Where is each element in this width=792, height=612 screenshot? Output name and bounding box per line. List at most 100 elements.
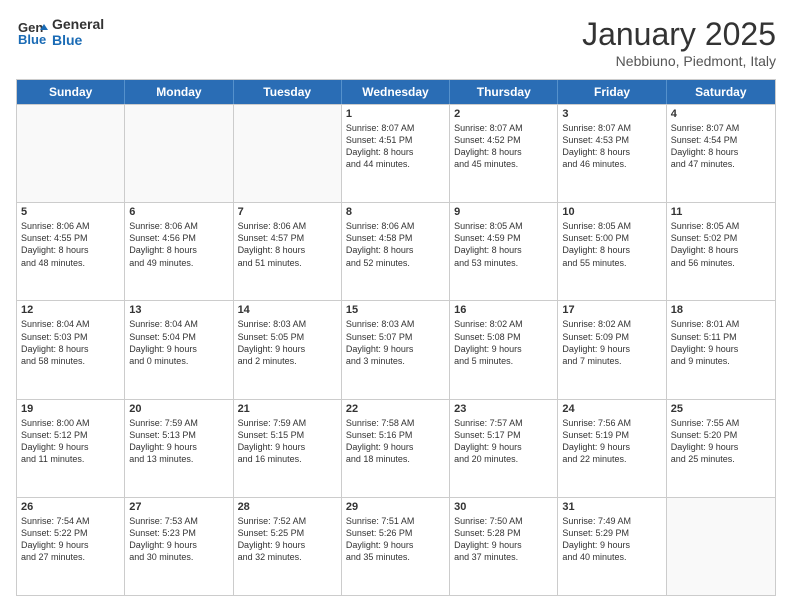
cell-info: Sunrise: 8:07 AM Sunset: 4:53 PM Dayligh… <box>562 122 661 171</box>
calendar-cell: 29 Sunrise: 7:51 AM Sunset: 5:26 PM Dayli… <box>342 498 450 595</box>
calendar-cell: 15Sunrise: 8:03 AM Sunset: 5:07 PM Dayli… <box>342 301 450 398</box>
calendar-row: 5 Sunrise: 8:06 AM Sunset: 4:55 PM Daylig… <box>17 202 775 300</box>
cell-info: Sunrise: 8:04 AM Sunset: 5:03 PM Dayligh… <box>21 318 120 367</box>
calendar-cell: 26 Sunrise: 7:54 AM Sunset: 5:22 PM Dayli… <box>17 498 125 595</box>
day-number: 21 <box>238 403 337 415</box>
calendar-header: SundayMondayTuesdayWednesdayThursdayFrid… <box>17 80 775 104</box>
day-number: 8 <box>346 206 445 218</box>
day-number: 2 <box>454 108 553 120</box>
calendar-cell: 6 Sunrise: 8:06 AM Sunset: 4:56 PM Daylig… <box>125 203 233 300</box>
cell-info: Sunrise: 8:06 AM Sunset: 4:55 PM Dayligh… <box>21 220 120 269</box>
cell-info: Sunrise: 7:54 AM Sunset: 5:22 PM Dayligh… <box>21 515 120 564</box>
calendar-cell: 21 Sunrise: 7:59 AM Sunset: 5:15 PM Dayli… <box>234 400 342 497</box>
day-number: 13 <box>129 304 228 316</box>
day-number: 26 <box>21 501 120 513</box>
cell-info: Sunrise: 8:02 AM Sunset: 5:09 PM Dayligh… <box>562 318 661 367</box>
month-title: January 2025 <box>582 16 776 53</box>
day-number: 16 <box>454 304 553 316</box>
day-number: 31 <box>562 501 661 513</box>
calendar-cell: 11 Sunrise: 8:05 AM Sunset: 5:02 PM Dayli… <box>667 203 775 300</box>
day-number: 30 <box>454 501 553 513</box>
calendar-cell: 28 Sunrise: 7:52 AM Sunset: 5:25 PM Dayli… <box>234 498 342 595</box>
day-number: 14 <box>238 304 337 316</box>
calendar-cell: 19Sunrise: 8:00 AM Sunset: 5:12 PM Dayli… <box>17 400 125 497</box>
cell-info: Sunrise: 8:07 AM Sunset: 4:54 PM Dayligh… <box>671 122 771 171</box>
calendar-cell: 9 Sunrise: 8:05 AM Sunset: 4:59 PM Daylig… <box>450 203 558 300</box>
cell-info: Sunrise: 8:05 AM Sunset: 5:02 PM Dayligh… <box>671 220 771 269</box>
calendar-cell: 5 Sunrise: 8:06 AM Sunset: 4:55 PM Daylig… <box>17 203 125 300</box>
day-number: 23 <box>454 403 553 415</box>
subtitle: Nebbiuno, Piedmont, Italy <box>582 53 776 69</box>
cell-info: Sunrise: 8:06 AM Sunset: 4:56 PM Dayligh… <box>129 220 228 269</box>
day-number: 17 <box>562 304 661 316</box>
calendar-cell <box>234 105 342 202</box>
logo-icon: Gen Blue <box>16 16 48 48</box>
calendar-cell: 23 Sunrise: 7:57 AM Sunset: 5:17 PM Dayli… <box>450 400 558 497</box>
calendar-cell: 8 Sunrise: 8:06 AM Sunset: 4:58 PM Daylig… <box>342 203 450 300</box>
calendar-row: 12 Sunrise: 8:04 AM Sunset: 5:03 PM Dayli… <box>17 300 775 398</box>
day-number: 24 <box>562 403 661 415</box>
day-number: 15 <box>346 304 445 316</box>
calendar-cell: 22 Sunrise: 7:58 AM Sunset: 5:16 PM Dayli… <box>342 400 450 497</box>
cell-info: Sunrise: 7:59 AM Sunset: 5:13 PM Dayligh… <box>129 417 228 466</box>
cell-info: Sunrise: 8:02 AM Sunset: 5:08 PM Dayligh… <box>454 318 553 367</box>
day-header: Sunday <box>17 80 125 104</box>
day-number: 6 <box>129 206 228 218</box>
day-number: 4 <box>671 108 771 120</box>
cell-info: Sunrise: 7:55 AM Sunset: 5:20 PM Dayligh… <box>671 417 771 466</box>
cell-info: Sunrise: 8:04 AM Sunset: 5:04 PM Dayligh… <box>129 318 228 367</box>
calendar-cell: 7Sunrise: 8:06 AM Sunset: 4:57 PM Daylig… <box>234 203 342 300</box>
day-number: 11 <box>671 206 771 218</box>
day-number: 9 <box>454 206 553 218</box>
day-number: 22 <box>346 403 445 415</box>
cell-info: Sunrise: 8:00 AM Sunset: 5:12 PM Dayligh… <box>21 417 120 466</box>
cell-info: Sunrise: 8:05 AM Sunset: 4:59 PM Dayligh… <box>454 220 553 269</box>
calendar-cell <box>667 498 775 595</box>
day-header: Thursday <box>450 80 558 104</box>
cell-info: Sunrise: 7:53 AM Sunset: 5:23 PM Dayligh… <box>129 515 228 564</box>
calendar-cell: 4 Sunrise: 8:07 AM Sunset: 4:54 PM Daylig… <box>667 105 775 202</box>
day-number: 10 <box>562 206 661 218</box>
day-number: 3 <box>562 108 661 120</box>
day-number: 29 <box>346 501 445 513</box>
calendar-cell: 24Sunrise: 7:56 AM Sunset: 5:19 PM Dayli… <box>558 400 666 497</box>
calendar-cell: 2Sunrise: 8:07 AM Sunset: 4:52 PM Daylig… <box>450 105 558 202</box>
day-number: 27 <box>129 501 228 513</box>
cell-info: Sunrise: 8:03 AM Sunset: 5:05 PM Dayligh… <box>238 318 337 367</box>
day-number: 18 <box>671 304 771 316</box>
day-number: 20 <box>129 403 228 415</box>
cell-info: Sunrise: 7:51 AM Sunset: 5:26 PM Dayligh… <box>346 515 445 564</box>
title-block: January 2025 Nebbiuno, Piedmont, Italy <box>582 16 776 69</box>
cell-info: Sunrise: 7:57 AM Sunset: 5:17 PM Dayligh… <box>454 417 553 466</box>
calendar-cell: 14 Sunrise: 8:03 AM Sunset: 5:05 PM Dayli… <box>234 301 342 398</box>
cell-info: Sunrise: 8:06 AM Sunset: 4:58 PM Dayligh… <box>346 220 445 269</box>
day-header: Friday <box>558 80 666 104</box>
page: Gen Blue General Blue January 2025 Nebbi… <box>0 0 792 612</box>
cell-info: Sunrise: 7:50 AM Sunset: 5:28 PM Dayligh… <box>454 515 553 564</box>
cell-info: Sunrise: 7:52 AM Sunset: 5:25 PM Dayligh… <box>238 515 337 564</box>
day-number: 25 <box>671 403 771 415</box>
header: Gen Blue General Blue January 2025 Nebbi… <box>16 16 776 69</box>
cell-info: Sunrise: 7:58 AM Sunset: 5:16 PM Dayligh… <box>346 417 445 466</box>
calendar-cell: 25 Sunrise: 7:55 AM Sunset: 5:20 PM Dayli… <box>667 400 775 497</box>
svg-text:Blue: Blue <box>18 32 46 47</box>
calendar-row: 1 Sunrise: 8:07 AM Sunset: 4:51 PM Daylig… <box>17 104 775 202</box>
day-number: 5 <box>21 206 120 218</box>
day-header: Saturday <box>667 80 775 104</box>
day-number: 1 <box>346 108 445 120</box>
cell-info: Sunrise: 7:59 AM Sunset: 5:15 PM Dayligh… <box>238 417 337 466</box>
logo-text: General Blue <box>52 16 104 48</box>
calendar-cell: 10 Sunrise: 8:05 AM Sunset: 5:00 PM Dayli… <box>558 203 666 300</box>
day-number: 7 <box>238 206 337 218</box>
cell-info: Sunrise: 8:05 AM Sunset: 5:00 PM Dayligh… <box>562 220 661 269</box>
calendar-cell: 1 Sunrise: 8:07 AM Sunset: 4:51 PM Daylig… <box>342 105 450 202</box>
day-number: 28 <box>238 501 337 513</box>
calendar-row: 19Sunrise: 8:00 AM Sunset: 5:12 PM Dayli… <box>17 399 775 497</box>
calendar-cell <box>125 105 233 202</box>
day-header: Monday <box>125 80 233 104</box>
cell-info: Sunrise: 8:01 AM Sunset: 5:11 PM Dayligh… <box>671 318 771 367</box>
calendar-cell <box>17 105 125 202</box>
calendar-cell: 18 Sunrise: 8:01 AM Sunset: 5:11 PM Dayli… <box>667 301 775 398</box>
day-number: 12 <box>21 304 120 316</box>
cell-info: Sunrise: 8:07 AM Sunset: 4:51 PM Dayligh… <box>346 122 445 171</box>
